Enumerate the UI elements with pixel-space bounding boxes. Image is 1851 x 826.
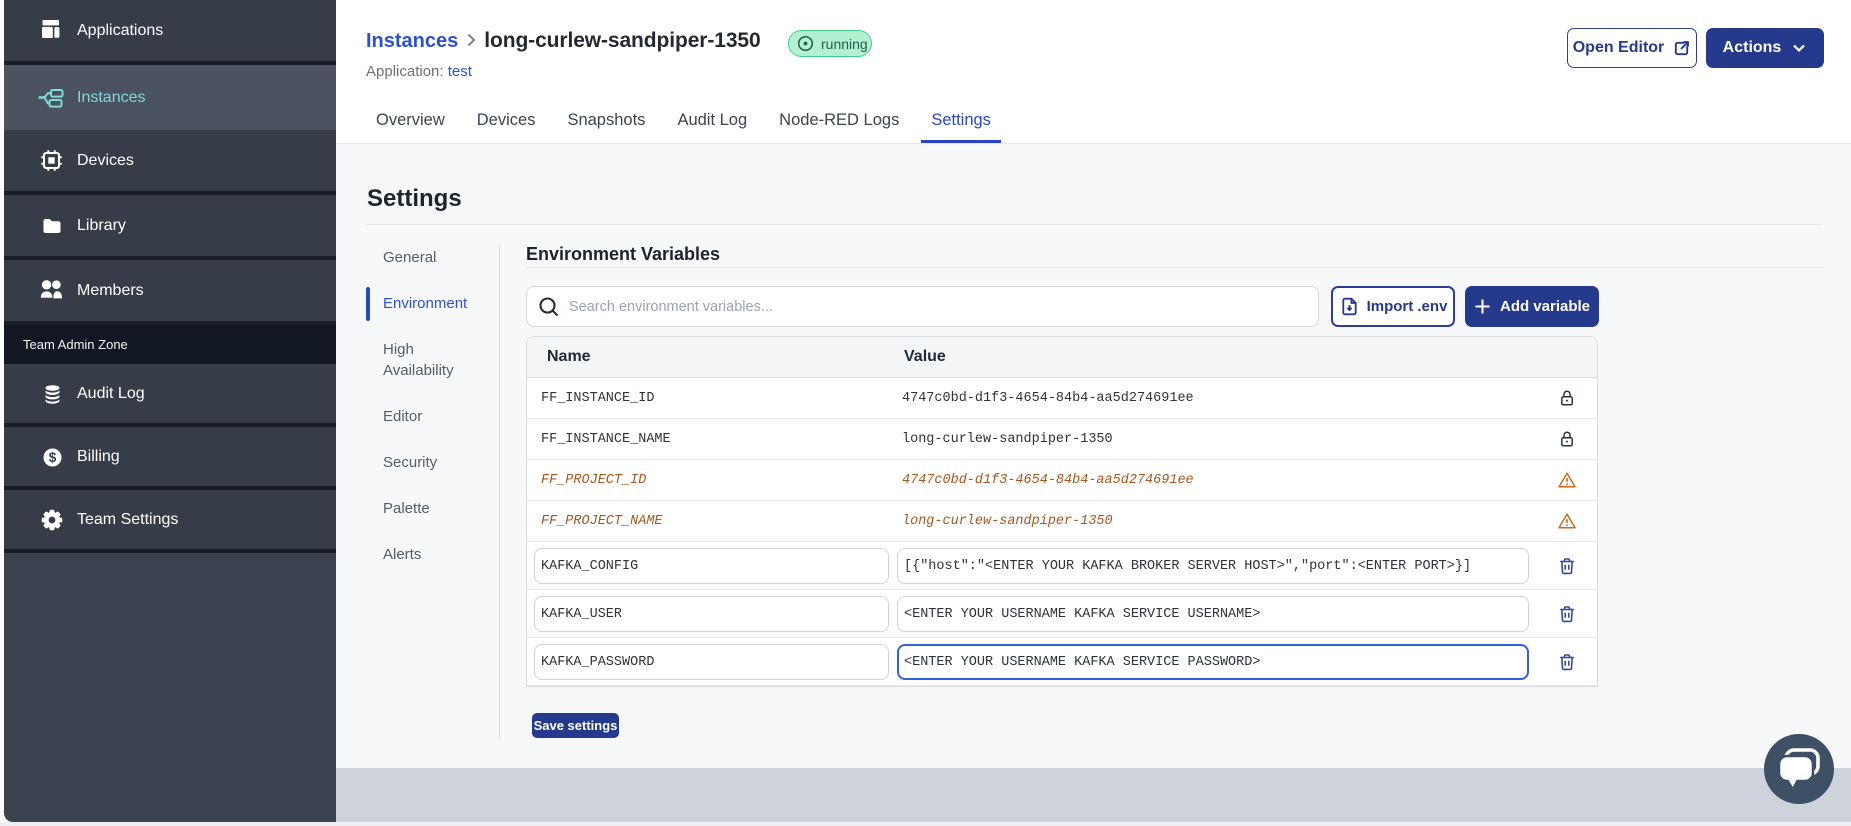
svg-text:$: $ — [49, 450, 57, 465]
